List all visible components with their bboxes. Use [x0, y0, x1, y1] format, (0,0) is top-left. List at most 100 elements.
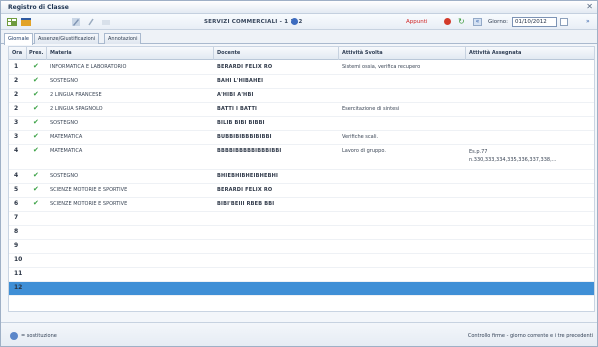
- materia-cell: SOSTEGNO: [50, 120, 79, 126]
- table-row[interactable]: 8: [9, 226, 594, 240]
- materia-cell: SOSTEGNO: [50, 173, 79, 179]
- check-icon: ✔: [33, 104, 39, 112]
- previous-day-button[interactable]: «: [473, 18, 482, 26]
- materia-cell: 2 LINGUA FRANCESE: [50, 92, 102, 98]
- ora-cell: 11: [14, 270, 23, 277]
- attivita-svolta-cell: Esercitazione di sintesi: [342, 106, 400, 112]
- check-icon: ✔: [33, 199, 39, 207]
- tab-annotazioni[interactable]: Annotazioni: [104, 33, 142, 44]
- materia-cell: INFORMATICA E LABORATORIO: [50, 64, 127, 70]
- window-titlebar: Registro di Classe ✕: [1, 1, 597, 14]
- materia-cell: SCIENZE MOTORIE E SPORTIVE: [50, 201, 128, 207]
- status-bar: = sostituzione Controllo firme - giorno …: [1, 322, 597, 346]
- ora-cell: 6: [14, 200, 19, 207]
- docente-cell: BIBI'BEIII RBEB BBI: [217, 201, 275, 207]
- docente-cell: BILIB BIBI BIBBI: [217, 120, 265, 126]
- docente-cell: BHIEBHIBHEIBHEBHI: [217, 173, 279, 179]
- close-icon[interactable]: ✕: [586, 2, 593, 11]
- ora-cell: 3: [14, 133, 19, 140]
- docente-cell: BBBBIBBBBBIBBBIBBI: [217, 148, 282, 154]
- ora-cell: 3: [14, 119, 19, 126]
- check-icon: ✔: [33, 185, 39, 193]
- attach-icon[interactable]: [86, 17, 96, 27]
- ora-cell: 8: [14, 228, 19, 235]
- ora-cell: 2: [14, 91, 19, 98]
- materia-cell: MATEMATICA: [50, 148, 83, 154]
- header-pres[interactable]: Pres.: [29, 50, 43, 56]
- header-materia[interactable]: Materia: [50, 50, 72, 56]
- notebook-icon[interactable]: [21, 17, 31, 27]
- table-row[interactable]: 6 ✔ SCIENZE MOTORIE E SPORTIVE BIBI'BEIII R…: [9, 198, 594, 212]
- table-row[interactable]: 5 ✔ SCIENZE MOTORIE E SPORTIVE BERARDI FELI…: [9, 184, 594, 198]
- table-row[interactable]: 10: [9, 254, 594, 268]
- grid-icon[interactable]: [7, 17, 17, 27]
- materia-cell: SCIENZE MOTORIE E SPORTIVE: [50, 187, 128, 193]
- table-row[interactable]: 11: [9, 268, 594, 282]
- next-day-button[interactable]: »: [586, 18, 590, 25]
- table-row[interactable]: 4 ✔ SOSTEGNO BHIEBHIBHEIBHEBHI: [9, 170, 594, 184]
- attivita-svolta-cell: Lavoro di gruppo.: [342, 148, 386, 154]
- materia-cell: 2 LINGUA SPAGNOLO: [50, 106, 103, 112]
- substitution-icon: [10, 332, 18, 340]
- refresh-icon[interactable]: ↻: [458, 17, 465, 26]
- table-row[interactable]: 3 ✔ SOSTEGNO BILIB BIBI BIBBI: [9, 117, 594, 131]
- window-title: Registro di Classe: [8, 4, 69, 11]
- check-icon: ✔: [33, 132, 39, 140]
- check-icon: ✔: [33, 171, 39, 179]
- header-ora[interactable]: Ora: [12, 50, 22, 56]
- date-field[interactable]: 01/10/2012: [512, 17, 557, 27]
- giorno-label: Giorno:: [488, 19, 509, 25]
- appunti-label[interactable]: Appunti: [406, 19, 427, 25]
- tab-bar: Giornale Assenze/Giustificazioni Annotaz…: [1, 30, 597, 45]
- ora-cell: 1: [14, 63, 19, 70]
- appunti-icon[interactable]: [444, 18, 451, 25]
- table-row[interactable]: 12: [9, 282, 594, 296]
- docente-cell: BAHI L'HIBAHEI: [217, 78, 264, 84]
- lessons-table: Ora Pres. Materia Docente Attività Svolt…: [8, 46, 595, 312]
- docente-cell: BATTI I BATTI: [217, 106, 258, 112]
- ora-cell: 4: [14, 172, 19, 179]
- materia-cell: SOSTEGNO: [50, 78, 79, 84]
- materia-cell: MATEMATICA: [50, 134, 83, 140]
- docente-cell: BERARDI FELIX RO: [217, 187, 273, 193]
- attivita-svolta-cell: Verifiche scali.: [342, 134, 379, 140]
- header-docente[interactable]: Docente: [217, 50, 240, 56]
- ora-cell: 2: [14, 77, 19, 84]
- check-icon: ✔: [33, 146, 39, 154]
- docente-cell: BUBBIBIBBBIBIBBI: [217, 134, 272, 140]
- edit-icon[interactable]: [71, 17, 81, 27]
- check-icon: ✔: [33, 118, 39, 126]
- firma-control-text: Controllo firme - giorno corrente e i tr…: [467, 333, 593, 339]
- print-icon[interactable]: [101, 17, 111, 27]
- ora-cell: 7: [14, 214, 19, 221]
- header-attivita-assegnata[interactable]: Attività Assegnata: [469, 50, 521, 56]
- attivita-svolta-cell: Sistemi ossia, verifica recupero: [342, 64, 421, 70]
- tab-assenze[interactable]: Assenze/Giustificazioni: [34, 33, 100, 44]
- legend-text: = sostituzione: [21, 333, 57, 339]
- table-row[interactable]: 3 ✔ MATEMATICA BUBBIBIBBBIBIBBI Verifiche sc…: [9, 131, 594, 145]
- ora-cell: 9: [14, 242, 19, 249]
- table-row[interactable]: 7: [9, 212, 594, 226]
- header-attivita-svolta[interactable]: Attività Svolta: [342, 50, 383, 56]
- table-row[interactable]: 2 ✔ 2 LINGUA SPAGNOLO BATTI I BATTI Esercita…: [9, 103, 594, 117]
- ora-cell: 5: [14, 186, 19, 193]
- calendar-icon[interactable]: [560, 18, 568, 26]
- check-icon: ✔: [33, 90, 39, 98]
- ora-cell: 10: [14, 256, 23, 263]
- info-icon[interactable]: [291, 18, 298, 25]
- registro-window: Registro di Classe ✕ SERVIZI COMMERCIALI…: [0, 0, 598, 347]
- tab-giornale[interactable]: Giornale: [4, 33, 33, 45]
- check-icon: ✔: [33, 76, 39, 84]
- table-header: Ora Pres. Materia Docente Attività Svolt…: [9, 47, 594, 60]
- toolbar: SERVIZI COMMERCIALI - 1 112 Appunti ↻ « …: [1, 14, 597, 30]
- table-row[interactable]: 2 ✔ 2 LINGUA FRANCESE A'HIBI A'HBI: [9, 89, 594, 103]
- table-row[interactable]: 9: [9, 240, 594, 254]
- table-row[interactable]: 2 ✔ SOSTEGNO BAHI L'HIBAHEI: [9, 75, 594, 89]
- table-row[interactable]: 1 ✔ INFORMATICA E LABORATORIO BERARDI FELIX…: [9, 61, 594, 75]
- docente-cell: A'HIBI A'HBI: [217, 92, 254, 98]
- ora-cell: 2: [14, 105, 19, 112]
- table-row[interactable]: 4 ✔ MATEMATICA BBBBIBBBBBIBBBIBBI Lavoro di …: [9, 145, 594, 170]
- check-icon: ✔: [33, 62, 39, 70]
- ora-cell: 4: [14, 147, 19, 154]
- class-label: SERVIZI COMMERCIALI - 1 112: [204, 19, 303, 25]
